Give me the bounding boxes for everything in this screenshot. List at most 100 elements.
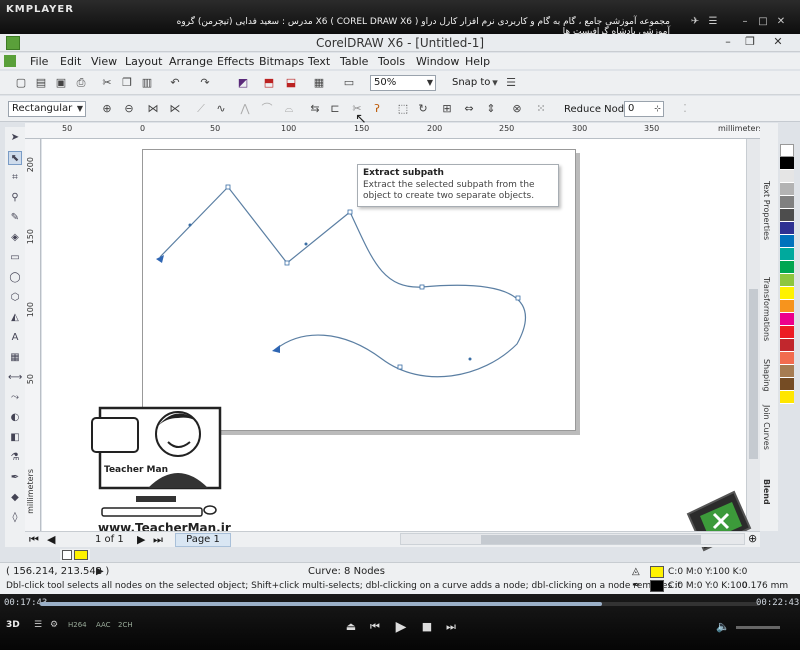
menu-tools[interactable]: Tools [378, 55, 405, 68]
fill-tool-icon[interactable]: ◆ [8, 491, 22, 505]
transparency-tool-icon[interactable]: ◧ [8, 431, 22, 445]
player-close-button[interactable]: ✕ [774, 16, 788, 28]
auto-close-icon[interactable]: ʔ [370, 102, 384, 116]
docker-transformations[interactable]: Transformations [762, 277, 771, 341]
open-icon[interactable]: ▤ [34, 76, 48, 90]
pick-tool-icon[interactable]: ➤ [8, 131, 22, 145]
palette-swatch[interactable] [780, 326, 794, 339]
3d-badge[interactable]: 3D [6, 620, 20, 630]
palette-swatch[interactable] [780, 300, 794, 313]
palette-swatch[interactable] [780, 287, 794, 300]
previous-icon[interactable]: ⏮ [366, 618, 384, 636]
menu-help[interactable]: Help [465, 55, 490, 68]
menu-text[interactable]: Text [308, 55, 330, 68]
undo-icon[interactable]: ↶ [168, 76, 182, 90]
document-color-swatch[interactable] [74, 550, 88, 560]
page-tab[interactable]: Page 1 [175, 533, 231, 547]
menu-layout[interactable]: Layout [125, 55, 162, 68]
menu-arrange[interactable]: Arrange [169, 55, 213, 68]
last-page-icon[interactable]: ⏭ [153, 533, 163, 547]
smooth-node-icon[interactable]: ⌒ [260, 102, 274, 116]
symmetrical-node-icon[interactable]: ⌓ [282, 102, 296, 116]
pin-icon[interactable]: ✈ [688, 16, 702, 28]
table-tool-icon[interactable]: ▦ [8, 351, 22, 365]
settings-icon[interactable]: ⚙ [50, 620, 58, 630]
text-tool-icon[interactable]: A [8, 331, 22, 345]
cut-icon[interactable]: ✂ [100, 76, 114, 90]
palette-swatch[interactable] [780, 183, 794, 196]
zoom-level-combo[interactable]: 50% ▼ [370, 75, 436, 91]
select-all-icon[interactable]: ⁚ [678, 102, 692, 116]
volume-icon[interactable]: 🔈 [714, 618, 732, 636]
palette-swatch[interactable] [780, 378, 794, 391]
palette-swatch[interactable] [780, 144, 794, 157]
player-minimize-button[interactable]: – [738, 16, 752, 28]
palette-swatch[interactable] [780, 365, 794, 378]
reverse-direction-icon[interactable]: ⇆ [308, 102, 322, 116]
document-icon[interactable] [4, 55, 16, 67]
delete-node-icon[interactable]: ⊖ [122, 102, 136, 116]
polygon-tool-icon[interactable]: ⬡ [8, 291, 22, 305]
search-content-icon[interactable]: ◩ [236, 76, 250, 90]
palette-swatch[interactable] [780, 248, 794, 261]
eject-icon[interactable]: ⏏ [342, 618, 360, 636]
volume-slider[interactable] [736, 626, 780, 629]
curve-smoothness-icon[interactable]: ⁙ [534, 102, 548, 116]
menu-table[interactable]: Table [340, 55, 368, 68]
shape-tool-icon[interactable]: ⬉ [8, 151, 22, 165]
palette-swatch[interactable] [780, 235, 794, 248]
expand-arrow-icon[interactable]: ▶ [96, 566, 104, 577]
horizontal-scrollbar[interactable] [400, 533, 745, 545]
elastic-mode-icon[interactable]: ⇕ [484, 102, 498, 116]
palette-swatch[interactable] [780, 391, 794, 404]
menu-bitmaps[interactable]: Bitmaps [259, 55, 304, 68]
convert-to-curve-icon[interactable]: ∿ [214, 102, 228, 116]
scroll-thumb[interactable] [749, 289, 758, 459]
connector-tool-icon[interactable]: ⤳ [8, 391, 22, 405]
add-node-icon[interactable]: ⊕ [100, 102, 114, 116]
ellipse-tool-icon[interactable]: ◯ [8, 271, 22, 285]
prev-page-icon[interactable]: ◀ [47, 533, 55, 546]
first-page-icon[interactable]: ⏮ [29, 533, 39, 547]
interactive-fill-tool-icon[interactable]: ◊ [8, 511, 22, 525]
redo-icon[interactable]: ↷ [198, 76, 212, 90]
save-icon[interactable]: ▣ [54, 76, 68, 90]
palette-swatch[interactable] [780, 261, 794, 274]
dimension-tool-icon[interactable]: ⟷ [8, 371, 22, 385]
import-icon[interactable]: ⬒ [262, 76, 276, 90]
menu-file[interactable]: File [30, 55, 48, 68]
minimize-button[interactable]: – [718, 35, 738, 50]
rectangle-tool-icon[interactable]: ▭ [8, 251, 22, 265]
stop-icon[interactable]: ■ [418, 618, 436, 636]
next-icon[interactable]: ⏭ [442, 618, 460, 636]
close-button[interactable]: ✕ [768, 35, 788, 50]
eyedropper-tool-icon[interactable]: ⚗ [8, 451, 22, 465]
menu-icon[interactable]: ☰ [34, 620, 42, 630]
outline-tool-icon[interactable]: ✒ [8, 471, 22, 485]
snap-to-dropdown[interactable]: Snap to [452, 77, 490, 88]
stretch-nodes-icon[interactable]: ⬚ [396, 102, 410, 116]
docker-text-properties[interactable]: Text Properties [762, 181, 771, 240]
copy-icon[interactable]: ❐ [120, 76, 134, 90]
selection-mode-combo[interactable]: Rectangular ▼ [8, 101, 86, 117]
docker-shaping[interactable]: Shaping [762, 359, 771, 392]
rotate-nodes-icon[interactable]: ↻ [416, 102, 430, 116]
play-icon[interactable]: ▶ [392, 618, 410, 636]
break-curve-icon[interactable]: ⋉ [168, 102, 182, 116]
extend-curve-icon[interactable]: ⊏ [328, 102, 342, 116]
basic-shapes-tool-icon[interactable]: ◭ [8, 311, 22, 325]
menu-effects[interactable]: Effects [217, 55, 254, 68]
print-icon[interactable]: ⎙ [74, 76, 88, 90]
chevron-down-icon[interactable]: ▾ [488, 76, 502, 90]
menu-edit[interactable]: Edit [60, 55, 81, 68]
vertical-ruler[interactable]: 200 150 100 50 millimeters [25, 139, 41, 531]
palette-swatch[interactable] [780, 170, 794, 183]
menu-view[interactable]: View [91, 55, 117, 68]
new-document-icon[interactable]: ▢ [14, 76, 28, 90]
palette-swatch[interactable] [780, 209, 794, 222]
no-color-swatch[interactable] [62, 550, 72, 560]
next-page-icon[interactable]: ▶ [137, 533, 145, 546]
palette-swatch[interactable] [780, 274, 794, 287]
player-maximize-button[interactable]: □ [756, 16, 770, 28]
palette-swatch[interactable] [780, 313, 794, 326]
